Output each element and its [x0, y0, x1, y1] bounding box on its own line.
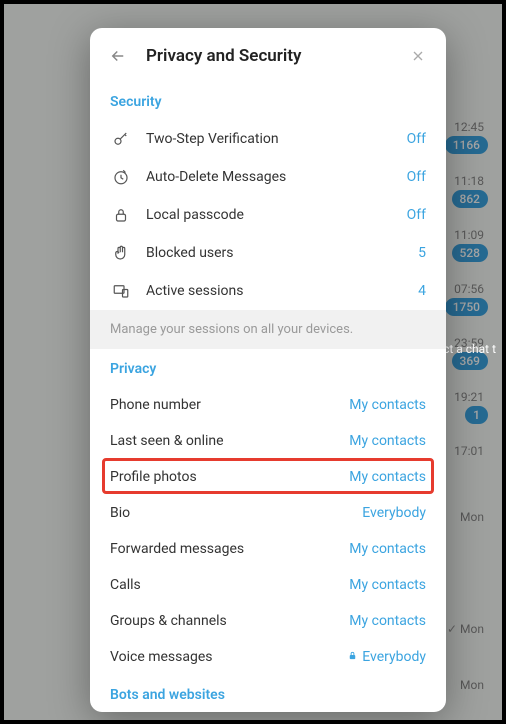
back-arrow-icon	[109, 47, 127, 65]
privacy-section-header: Privacy	[90, 349, 446, 387]
two-step-verification-row[interactable]: Two-Step Verification Off	[90, 120, 446, 158]
row-label: Profile photos	[110, 469, 349, 485]
row-value: Everybody	[347, 649, 426, 665]
lock-icon	[110, 206, 132, 224]
local-passcode-row[interactable]: Local passcode Off	[90, 196, 446, 234]
row-value: My contacts	[349, 577, 426, 593]
row-value: My contacts	[349, 469, 426, 485]
row-label: Active sessions	[146, 283, 418, 299]
security-section-header: Security	[90, 82, 446, 120]
row-label: Voice messages	[110, 649, 347, 665]
auto-delete-row[interactable]: Auto-Delete Messages Off	[90, 158, 446, 196]
phone-number-row[interactable]: Phone number My contacts	[90, 387, 446, 423]
groups-channels-row[interactable]: Groups & channels My contacts	[90, 603, 446, 639]
row-label: Auto-Delete Messages	[146, 169, 407, 185]
blocked-users-row[interactable]: Blocked users 5	[90, 234, 446, 272]
sessions-note: Manage your sessions on all your devices…	[90, 310, 446, 349]
key-icon	[110, 130, 132, 148]
row-value: My contacts	[349, 397, 426, 413]
row-value: Off	[407, 131, 426, 147]
modal-title: Privacy and Security	[146, 46, 408, 66]
row-label: Blocked users	[146, 245, 418, 261]
row-value: 4	[418, 283, 426, 299]
row-value: Everybody	[362, 505, 426, 521]
privacy-security-modal: Privacy and Security Security Two-Step V…	[90, 28, 446, 712]
timer-icon	[110, 168, 132, 186]
back-button[interactable]	[108, 46, 128, 66]
row-label: Two-Step Verification	[146, 131, 407, 147]
row-label: Calls	[110, 577, 349, 593]
close-button[interactable]	[408, 46, 428, 66]
profile-photos-row[interactable]: Profile photos My contacts	[90, 459, 446, 495]
row-label: Bio	[110, 505, 362, 521]
devices-icon	[110, 282, 132, 300]
hand-icon	[110, 244, 132, 262]
row-value: Off	[407, 169, 426, 185]
modal-header: Privacy and Security	[90, 28, 446, 82]
bio-row[interactable]: Bio Everybody	[90, 495, 446, 531]
row-value: My contacts	[349, 541, 426, 557]
row-label: Groups & channels	[110, 613, 349, 629]
close-icon	[410, 48, 426, 64]
active-sessions-row[interactable]: Active sessions 4	[90, 272, 446, 310]
bots-section-header: Bots and websites	[90, 675, 446, 707]
forwarded-messages-row[interactable]: Forwarded messages My contacts	[90, 531, 446, 567]
last-seen-row[interactable]: Last seen & online My contacts	[90, 423, 446, 459]
row-value: Off	[407, 207, 426, 223]
row-label: Phone number	[110, 397, 349, 413]
row-label: Last seen & online	[110, 433, 349, 449]
voice-messages-row[interactable]: Voice messages Everybody	[90, 639, 446, 675]
row-value: My contacts	[349, 433, 426, 449]
row-label: Forwarded messages	[110, 541, 349, 557]
row-value: 5	[418, 245, 426, 261]
calls-row[interactable]: Calls My contacts	[90, 567, 446, 603]
row-label: Local passcode	[146, 207, 407, 223]
row-value: My contacts	[349, 613, 426, 629]
lock-icon	[347, 650, 358, 661]
